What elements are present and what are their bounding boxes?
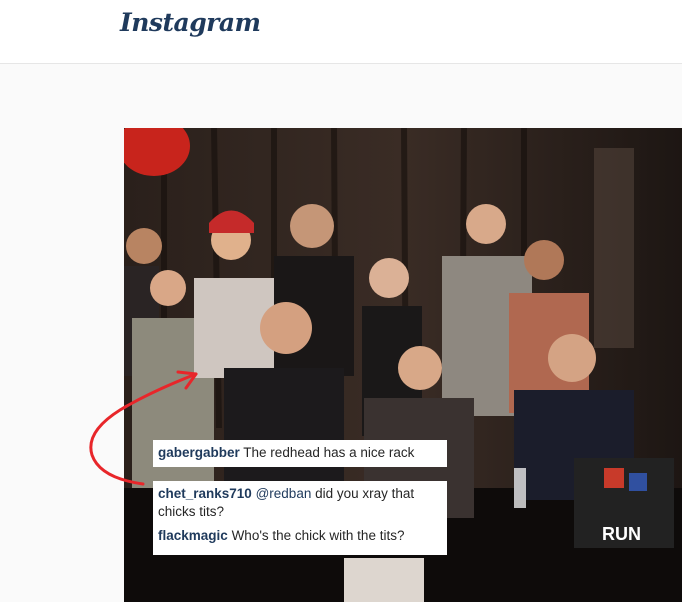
comment-username[interactable]: flackmagic [158,528,228,543]
instagram-logo[interactable]: Instagram [120,8,261,37]
run-banner-text: RUN [602,524,641,544]
top-navigation-bar: Instagram [0,0,682,64]
comment-3: flackmagic Who's the chick with the tits… [158,527,442,545]
comment-group: chet_ranks710 @redban did you xray that … [153,481,447,555]
comment-2: chet_ranks710 @redban did you xray that … [158,485,442,521]
comment-username[interactable]: chet_ranks710 [158,486,252,501]
comment-mention[interactable]: @redban [256,486,312,501]
comment-username[interactable]: gabergabber [158,445,240,460]
comment-text: The redhead has a nice rack [243,445,415,460]
comment-text: Who's the chick with the tits? [231,528,405,543]
comment-1: gabergabber The redhead has a nice rack [153,440,447,467]
